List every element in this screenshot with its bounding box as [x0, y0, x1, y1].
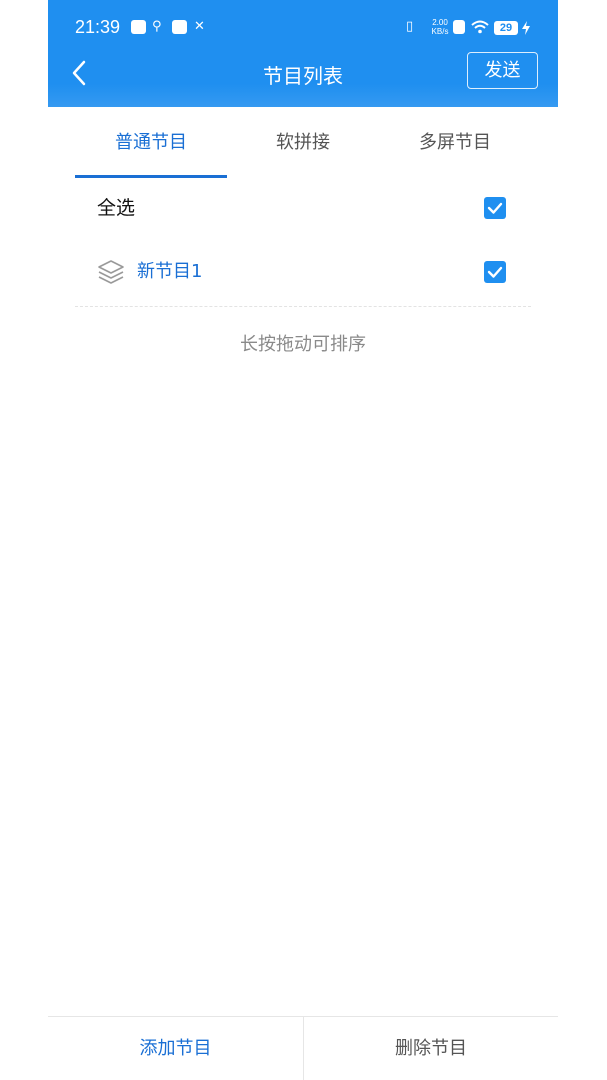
select-all-checkbox[interactable]: [484, 197, 506, 219]
delete-program-button[interactable]: 删除节目: [303, 1017, 558, 1080]
battery-indicator: 29: [494, 21, 518, 35]
send-button[interactable]: 发送: [467, 52, 538, 89]
sim-x-icon: [453, 20, 465, 34]
checkmark-icon: [487, 202, 503, 214]
header: 21:39 ⚲ ✕ ▯ 2.00 KB/s 29 节目列表 发送: [48, 0, 558, 107]
wifi-icon: [471, 20, 489, 34]
bottom-action-bar: 添加节目 删除节目: [48, 1016, 558, 1080]
navbar: 节目列表 发送: [48, 50, 558, 96]
status-time: 21:39: [75, 17, 121, 37]
tools-icon: ✕: [194, 19, 205, 34]
add-program-button[interactable]: 添加节目: [48, 1017, 303, 1080]
vibrate-icon: ▯: [406, 19, 414, 34]
usb-icon: ⚲: [152, 19, 162, 34]
select-all-label: 全选: [97, 197, 136, 219]
status-bar: 21:39 ⚲ ✕ ▯ 2.00 KB/s 29: [48, 0, 558, 56]
message-icon: [172, 20, 187, 34]
select-all-row[interactable]: 全选: [75, 176, 531, 240]
list-divider: [75, 306, 531, 307]
sort-hint: 长按拖动可排序: [240, 334, 366, 355]
tab-normal-program[interactable]: 普通节目: [75, 107, 227, 179]
program-name: 新节目1: [137, 261, 203, 282]
notification-app-icon: [131, 20, 146, 34]
program-type-tabs: 普通节目 软拼接 多屏节目: [75, 107, 531, 179]
tab-multi-screen-program[interactable]: 多屏节目: [379, 107, 531, 179]
layers-icon: [98, 260, 124, 284]
net-speed: 2.00 KB/s: [431, 18, 449, 36]
charging-icon: [522, 21, 530, 35]
checkmark-icon: [487, 266, 503, 278]
list-item[interactable]: 新节目1: [75, 240, 531, 304]
tab-soft-splice[interactable]: 软拼接: [227, 107, 379, 179]
program-checkbox[interactable]: [484, 261, 506, 283]
app-screen: 21:39 ⚲ ✕ ▯ 2.00 KB/s 29 节目列表 发送 普通节目 软拼…: [48, 0, 558, 1080]
